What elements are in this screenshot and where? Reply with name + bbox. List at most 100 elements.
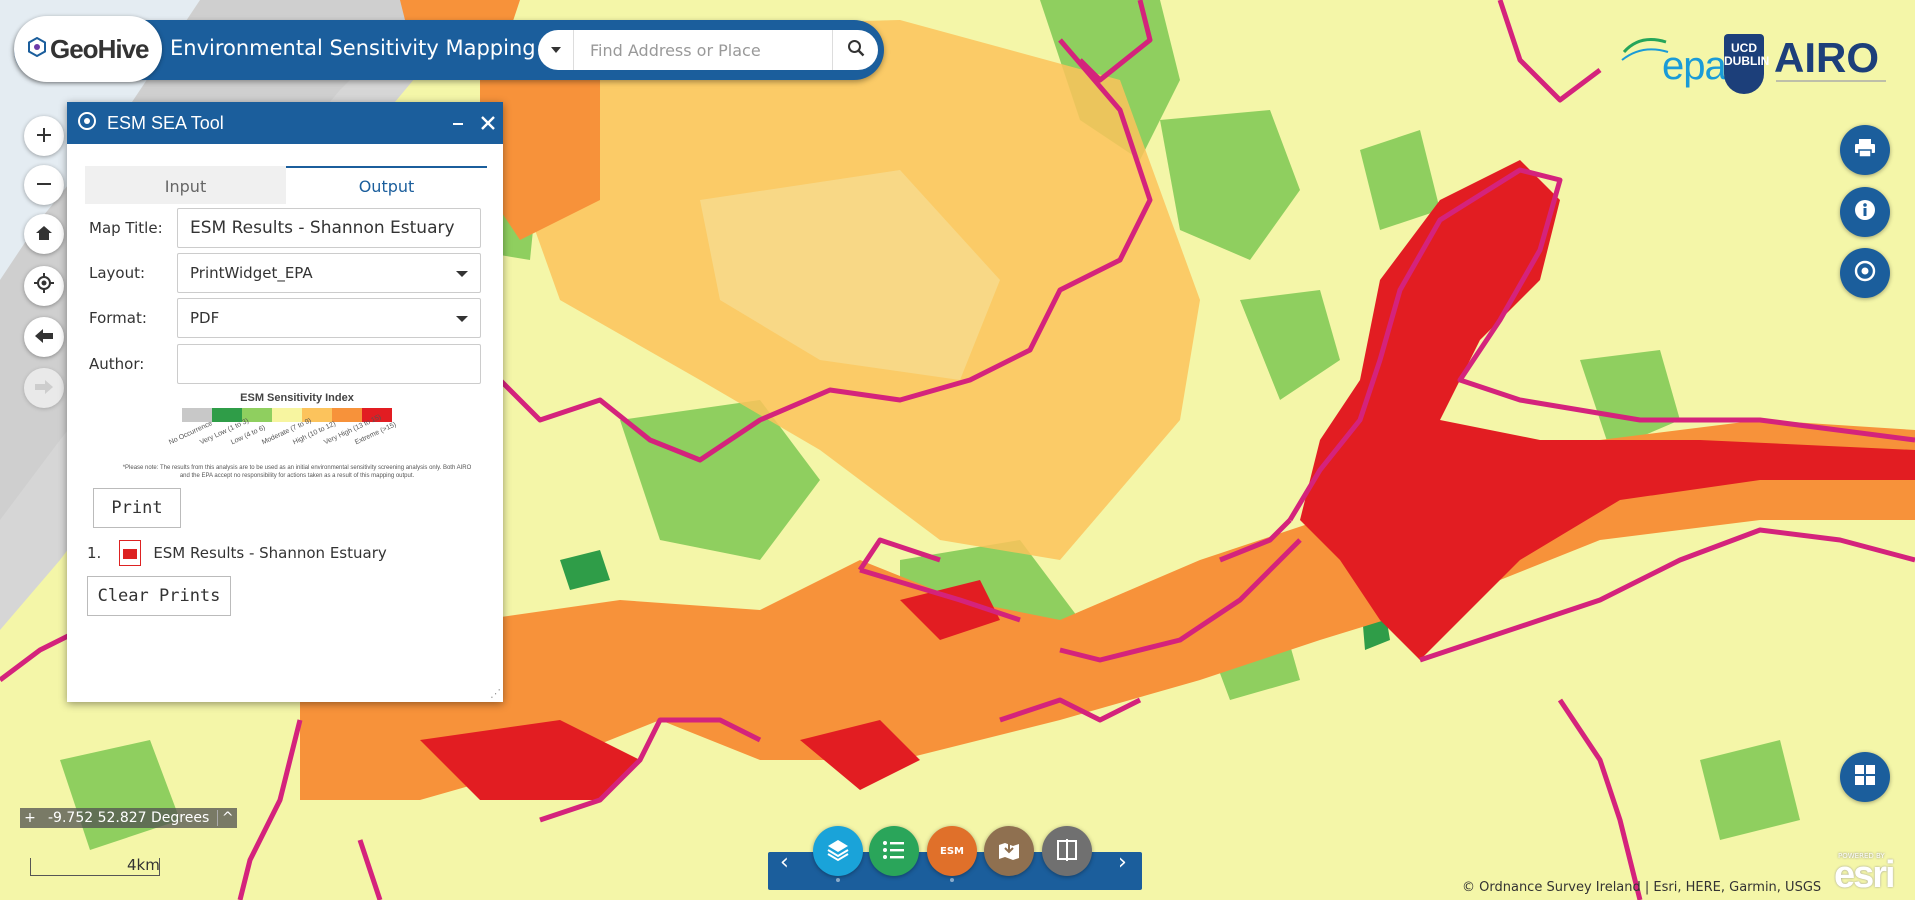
panel-title: ESM SEA Tool: [107, 112, 224, 133]
pager-dot: [836, 878, 840, 882]
esm-tool-button[interactable]: [1840, 248, 1890, 298]
home-button[interactable]: [24, 214, 64, 254]
chevron-right-icon[interactable]: ›: [1118, 850, 1127, 875]
esm-icon: ESM: [940, 845, 964, 857]
printer-icon: [1854, 138, 1876, 162]
format-label: Format:: [89, 309, 147, 327]
print-action-button[interactable]: Print: [93, 488, 181, 528]
airo-logo: AIRO: [1774, 34, 1879, 81]
layout-row: Layout: PrintWidget_EPA: [89, 253, 489, 293]
hexagon-icon: [28, 36, 46, 61]
search-source-dropdown[interactable]: [538, 30, 574, 70]
print-index: 1.: [87, 544, 102, 562]
search-input[interactable]: [574, 32, 832, 68]
legend-note-line2: and the EPA accept no responsibility for…: [179, 473, 415, 479]
zoom-out-button[interactable]: [24, 165, 64, 205]
swipe-icon: [1056, 838, 1078, 864]
minus-icon: [36, 173, 52, 198]
print-result-link[interactable]: ESM Results - Shannon Estuary: [153, 544, 386, 562]
zoom-in-button[interactable]: [24, 116, 64, 156]
tab-output[interactable]: Output: [286, 166, 487, 204]
coordinate-value: -9.752 52.827 Degrees: [48, 810, 210, 826]
caret-down-icon: [456, 316, 468, 322]
data-widget-button[interactable]: [984, 826, 1034, 876]
logo-text: GeoHive: [50, 33, 149, 64]
home-icon: [35, 222, 53, 247]
legend-swatch: [332, 408, 362, 422]
layers-icon: [826, 838, 850, 865]
search-box: [538, 30, 878, 70]
esm-sea-tool-panel: ESM SEA Tool Input Output Map Title: ESM…: [67, 102, 503, 702]
ucd-logo: UCD DUBLIN: [1724, 34, 1769, 94]
legend-widget-button[interactable]: [869, 826, 919, 876]
globe-gear-icon: [77, 111, 97, 135]
legend-note: *Please note: The results from this anal…: [112, 464, 482, 480]
caret-down-icon: [456, 271, 468, 277]
basemap-gallery-button[interactable]: [1840, 752, 1890, 802]
app-title: Environmental Sensitivity Mapping: [170, 36, 536, 60]
minimize-button[interactable]: [443, 111, 473, 136]
crosshair-icon[interactable]: +: [20, 810, 40, 826]
print-result-item[interactable]: 1. ESM Results - Shannon Estuary: [87, 538, 467, 568]
locate-icon: [34, 273, 54, 299]
chevron-left-icon[interactable]: ‹: [780, 850, 789, 875]
airo-tagline: [1776, 80, 1886, 90]
print-button[interactable]: [1840, 125, 1890, 175]
info-button[interactable]: [1840, 187, 1890, 237]
esm-widget-button[interactable]: ESM: [927, 826, 977, 876]
legend-swatch: [182, 408, 212, 422]
partner-logos: epa UCD DUBLIN AIRO: [1620, 28, 1886, 98]
resize-handle-icon[interactable]: ⋰: [490, 687, 501, 700]
author-row: Author:: [89, 344, 489, 384]
layers-widget-button[interactable]: [813, 826, 863, 876]
legend-labels: No Occurrence Very Low (1 to 3) Low (4 to …: [168, 414, 428, 456]
minimize-icon: [452, 111, 464, 136]
legend-title: ESM Sensitivity Index: [240, 392, 354, 404]
tab-bar: Input Output: [85, 166, 487, 204]
esri-logo[interactable]: esri: [1834, 854, 1896, 897]
swipe-widget-button[interactable]: [1042, 826, 1092, 876]
search-icon: [847, 39, 865, 61]
format-select[interactable]: PDF: [177, 298, 481, 338]
sensitivity-legend: ESM Sensitivity Index No Occurrence Very …: [112, 392, 482, 487]
info-icon: [1854, 199, 1876, 225]
author-label: Author:: [89, 355, 145, 373]
grid-icon: [1854, 764, 1876, 790]
map-title-row: Map Title: ESM Results - Shannon Estuary: [89, 208, 489, 248]
search-button[interactable]: [832, 30, 878, 70]
arrow-left-icon: [34, 325, 54, 350]
map-title-label: Map Title:: [89, 219, 163, 237]
legend-swatches: [182, 408, 392, 422]
legend-note-line1: *Please note: The results from this anal…: [122, 465, 472, 471]
close-button[interactable]: [473, 111, 503, 136]
chevron-up-icon[interactable]: ^: [217, 810, 237, 826]
pdf-icon: [119, 540, 142, 566]
list-icon: [882, 839, 906, 864]
format-value: PDF: [190, 309, 220, 327]
map-title-input[interactable]: ESM Results - Shannon Estuary: [177, 208, 481, 248]
tab-input[interactable]: Input: [85, 166, 286, 204]
close-icon: [481, 111, 495, 136]
panel-header[interactable]: ESM SEA Tool: [67, 102, 503, 144]
geohive-logo[interactable]: GeoHive: [14, 16, 162, 82]
locate-button[interactable]: [24, 266, 64, 306]
plus-icon: [36, 124, 52, 149]
layout-label: Layout:: [89, 264, 146, 282]
previous-extent-button[interactable]: [24, 317, 64, 357]
map-attribution: © Ordnance Survey Ireland | Esri, HERE, …: [1462, 880, 1822, 895]
pager-dot: [950, 878, 954, 882]
legend-swatch: [212, 408, 242, 422]
legend-swatch: [272, 408, 302, 422]
caret-down-icon: [550, 47, 561, 53]
next-extent-button[interactable]: [24, 368, 64, 408]
globe-gear-icon: [1853, 259, 1877, 287]
format-row: Format: PDF: [89, 298, 489, 338]
author-input[interactable]: [177, 344, 481, 384]
epa-logo: epa: [1662, 44, 1727, 88]
scale-label: 4km: [127, 856, 160, 874]
layout-select[interactable]: PrintWidget_EPA: [177, 253, 481, 293]
arrow-right-icon: [34, 376, 54, 401]
layout-value: PrintWidget_EPA: [190, 264, 313, 282]
map-download-icon: [997, 839, 1021, 864]
clear-prints-button[interactable]: Clear Prints: [87, 576, 231, 616]
